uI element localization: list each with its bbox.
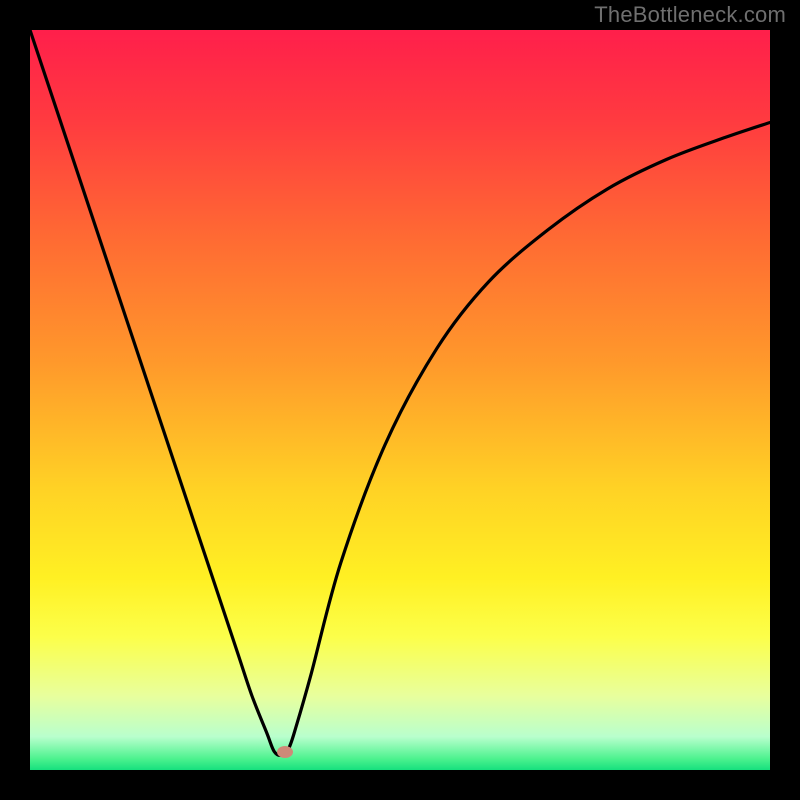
optimal-point-marker — [277, 746, 293, 758]
chart-container: TheBottleneck.com — [0, 0, 800, 800]
bottleneck-curve — [30, 30, 770, 770]
plot-area — [30, 30, 770, 770]
watermark-text: TheBottleneck.com — [594, 2, 786, 28]
